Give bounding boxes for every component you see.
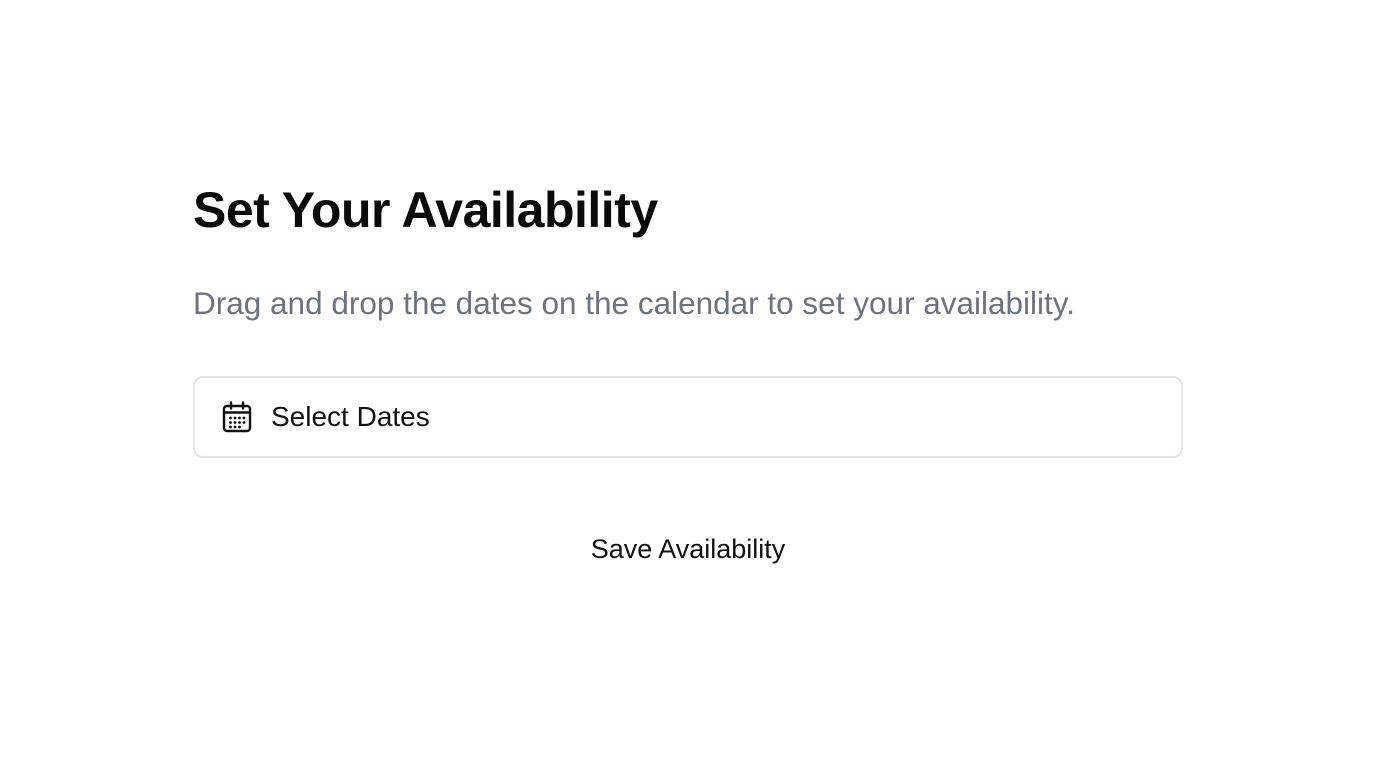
page-title: Set Your Availability	[193, 182, 658, 238]
calendar-icon	[221, 401, 253, 433]
page-subtitle: Drag and drop the dates on the calendar …	[193, 285, 1075, 321]
select-dates-label: Select Dates	[271, 401, 430, 432]
save-availability-button[interactable]: Save Availability	[193, 528, 1183, 570]
select-dates-button[interactable]: Select Dates	[193, 376, 1183, 458]
